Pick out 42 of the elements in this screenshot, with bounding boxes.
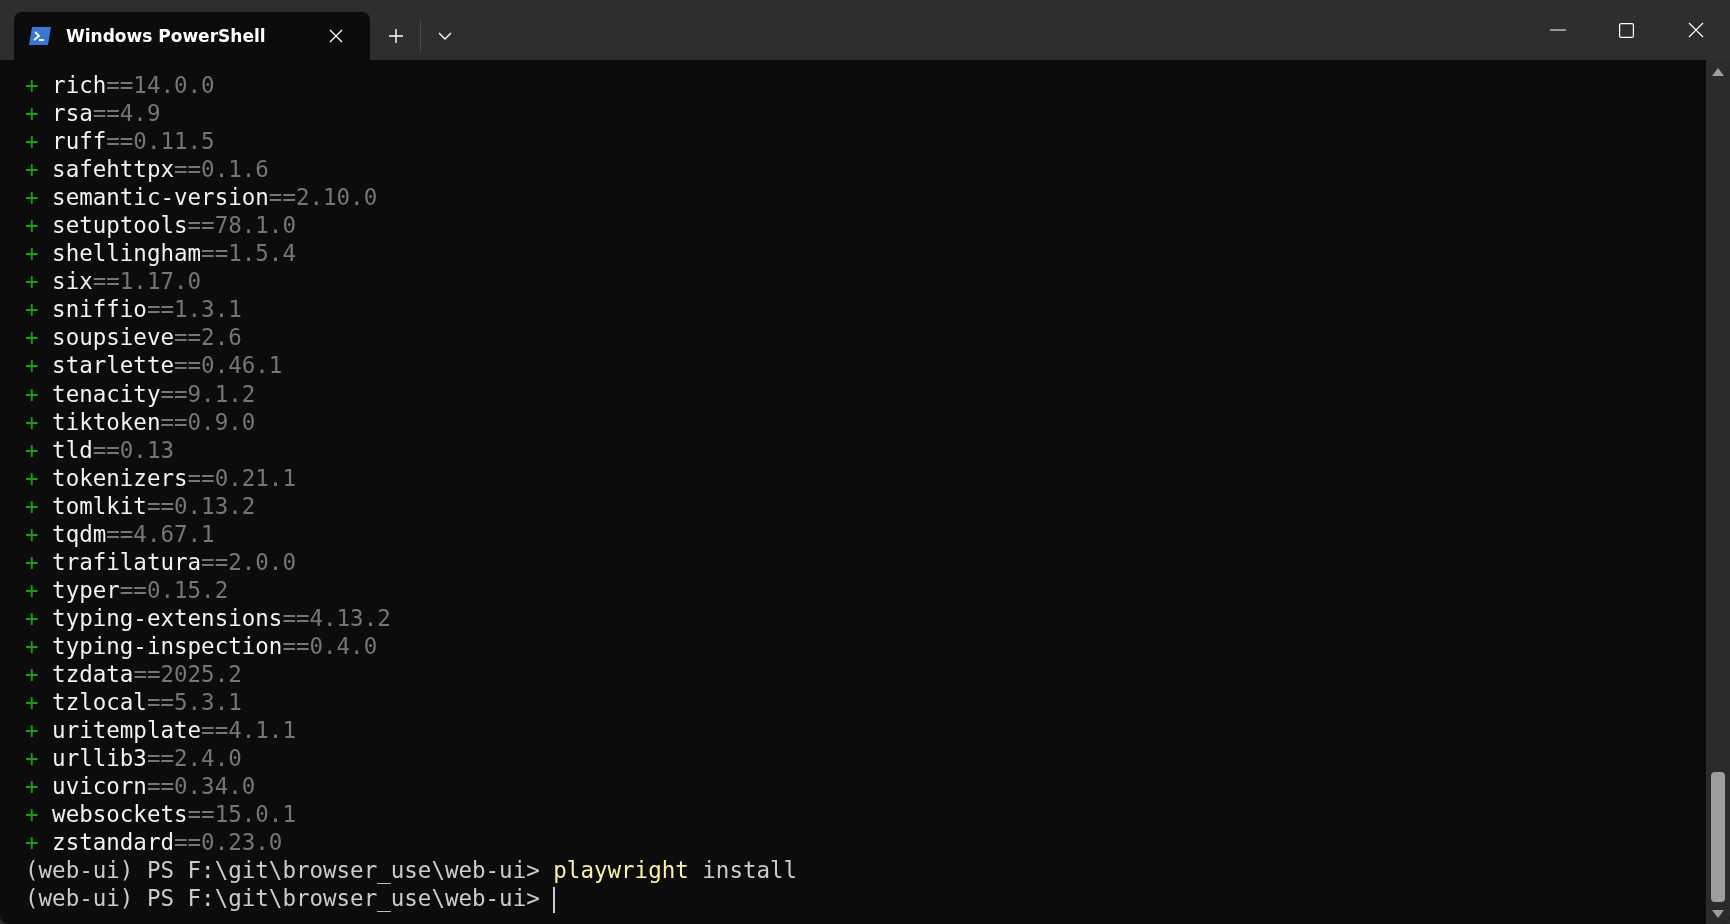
- scrollbar-thumb[interactable]: [1711, 772, 1725, 902]
- output-line: + ruff==0.11.5: [25, 127, 215, 156]
- output-line: + typer==0.15.2: [25, 575, 229, 604]
- terminal-icon: [28, 26, 52, 46]
- output-line: + tokenizers==0.21.1: [25, 463, 296, 492]
- output-line: + uritemplate==4.1.1: [25, 716, 296, 745]
- output-line: + zstandard==0.23.0: [25, 828, 283, 857]
- output-line: + safehttpx==0.1.6: [25, 155, 269, 184]
- output-line: + trafilatura==2.0.0: [25, 547, 296, 576]
- tab-title: Windows PowerShell: [66, 26, 267, 46]
- output-line: + soupsieve==2.6: [25, 323, 242, 352]
- close-icon: [1687, 22, 1704, 38]
- chevron-down-icon: [438, 32, 452, 40]
- prompt-line: (web-ui) PS F:\git\browser_use\web-ui>: [25, 884, 555, 913]
- scroll-down-icon[interactable]: [1712, 910, 1724, 918]
- scroll-up-icon[interactable]: [1712, 68, 1724, 76]
- output-line: + tomlkit==0.13.2: [25, 491, 256, 520]
- output-line: + websockets==15.0.1: [25, 800, 296, 829]
- maximize-icon: [1619, 22, 1634, 38]
- output-line: + urllib3==2.4.0: [25, 744, 242, 773]
- plus-icon: [388, 28, 404, 44]
- output-line: + tiktoken==0.9.0: [25, 407, 256, 436]
- output-line: + tzlocal==5.3.1: [25, 688, 242, 717]
- output-line: + setuptools==78.1.0: [25, 211, 296, 240]
- output-line: + shellingham==1.5.4: [25, 239, 296, 268]
- output-line: + tqdm==4.67.1: [25, 519, 215, 548]
- output-line: + semantic-version==2.10.0: [25, 183, 378, 212]
- output-line: + six==1.17.0: [25, 267, 202, 296]
- output-line: + sniffio==1.3.1: [25, 295, 242, 324]
- prompt-line: (web-ui) PS F:\git\browser_use\web-ui> playwright install: [25, 856, 798, 885]
- output-line: + uvicorn==0.34.0: [25, 772, 256, 801]
- output-line: + rsa==4.9: [25, 99, 161, 128]
- output-line: + typing-extensions==4.13.2: [25, 603, 391, 632]
- output-line: + tld==0.13: [25, 435, 174, 464]
- minimize-icon: [1549, 29, 1566, 31]
- output-line: + tzdata==2025.2: [25, 660, 242, 689]
- output-line: + typing-inspection==0.4.0: [25, 631, 378, 660]
- output-line: + rich==14.0.0: [25, 71, 215, 100]
- output-line: + tenacity==9.1.2: [25, 379, 256, 408]
- output-line: + starlette==0.46.1: [25, 351, 283, 380]
- tab[interactable]: Windows PowerShell: [14, 12, 370, 60]
- close-icon: [329, 29, 343, 43]
